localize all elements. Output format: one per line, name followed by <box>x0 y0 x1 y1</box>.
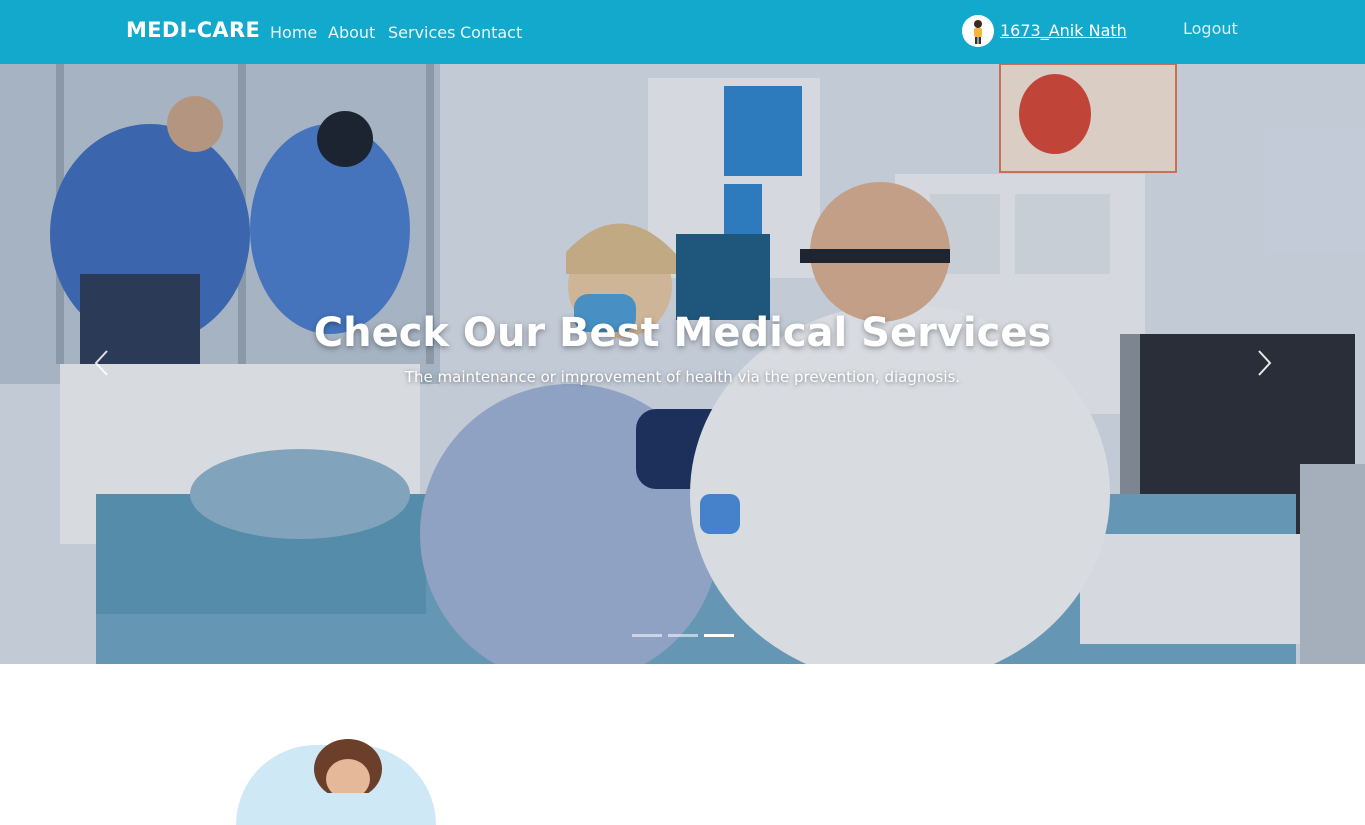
hero-background-image <box>0 64 1365 664</box>
navbar: MEDI-CARE Home About Services Contact 16… <box>0 0 1365 64</box>
doctor-portrait-image <box>314 739 382 793</box>
carousel-indicator-2[interactable] <box>668 634 698 637</box>
hero-carousel: Check Our Best Medical Services The main… <box>0 64 1365 664</box>
carousel-next-button[interactable] <box>1248 348 1278 378</box>
nav-link-contact[interactable]: Contact <box>460 23 522 42</box>
carousel-indicator-3[interactable] <box>704 634 734 637</box>
user-profile-link[interactable]: 1673_Anik Nath <box>1000 21 1127 40</box>
chevron-right-icon <box>1258 350 1272 376</box>
logout-button[interactable]: Logout <box>1183 19 1238 38</box>
brand-logo[interactable]: MEDI-CARE <box>126 18 260 42</box>
carousel-indicator-1[interactable] <box>632 634 662 637</box>
avatar[interactable] <box>962 15 994 47</box>
carousel-indicators <box>632 634 740 638</box>
carousel-prev-button[interactable] <box>88 348 118 378</box>
hero-subtitle: The maintenance or improvement of health… <box>404 368 961 386</box>
nav-link-home[interactable]: Home <box>270 23 317 42</box>
nav-link-about[interactable]: About <box>328 23 375 42</box>
nav-link-services[interactable]: Services <box>388 23 455 42</box>
hero-title: Check Our Best Medical Services <box>313 310 1052 356</box>
user-avatar-icon <box>962 15 994 47</box>
chevron-left-icon <box>94 350 108 376</box>
